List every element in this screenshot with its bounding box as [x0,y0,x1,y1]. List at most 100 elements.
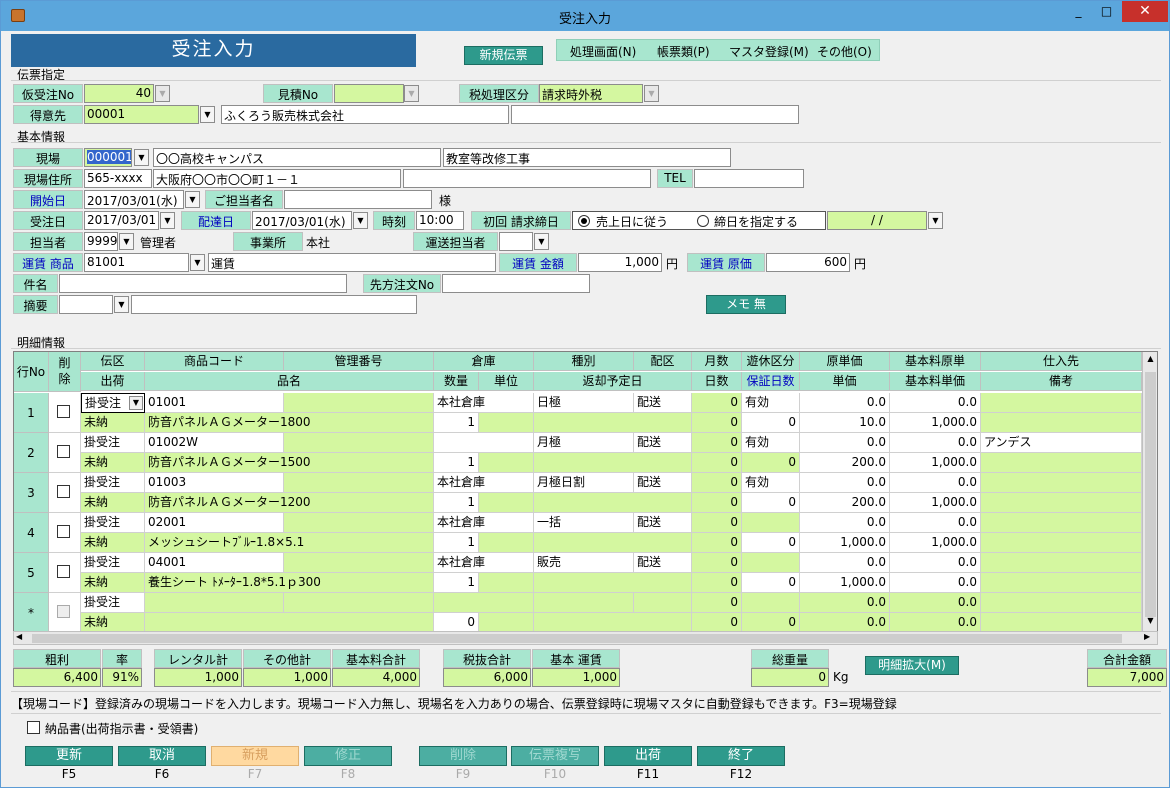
chevron-down-icon[interactable]: ▼ [353,212,368,229]
cell-supplier[interactable]: アンデス [981,433,1142,453]
cell-supplier[interactable] [981,393,1142,413]
menu-process[interactable]: 処理画面(N) [570,43,636,60]
summary-field[interactable] [131,295,417,314]
cell-haiku[interactable]: 配送 [634,553,692,573]
cell-basecost[interactable]: 0.0 [890,473,981,493]
expand-detail-button[interactable]: 明細拡大(M) [865,656,959,675]
billing-option-1[interactable]: 売上日に従う [596,213,668,229]
scroll-thumb[interactable] [32,634,1122,643]
cell-months[interactable]: 0 [692,433,742,453]
cell-kubun[interactable]: 掛受注 ▼ [81,393,145,413]
exit-button[interactable]: 終了 [697,746,785,766]
menu-other[interactable]: その他(O) [817,43,872,60]
cell-idle[interactable]: 有効 [742,393,800,413]
customer-code-input[interactable]: 00001 [84,105,199,124]
delete-checkbox[interactable] [57,525,70,538]
estimate-no-input[interactable] [334,84,404,103]
cell-name[interactable] [145,613,434,632]
cell-months[interactable]: 0 [692,393,742,413]
cell-note[interactable] [981,613,1142,632]
delete-checkbox[interactable] [57,405,70,418]
chevron-down-icon[interactable]: ▼ [644,85,659,102]
cell-ret[interactable] [534,573,692,593]
scroll-up-icon[interactable]: ▲ [1144,354,1157,368]
cell-note[interactable] [981,413,1142,433]
start-date-input[interactable]: 2017/03/01(水) [84,190,184,209]
cell-kind[interactable]: 月極 [534,433,634,453]
cell-days[interactable]: 0 [692,493,742,513]
fare-item-code-input[interactable]: 81001 [84,253,189,272]
modify-button[interactable]: 修正 [304,746,392,766]
close-button[interactable]: ✕ [1122,1,1168,22]
delete-checkbox[interactable] [57,605,70,618]
cell-note[interactable] [981,453,1142,473]
cell-supplier[interactable] [981,593,1142,613]
chevron-down-icon[interactable]: ▼ [134,149,149,166]
cell-haiku[interactable]: 配送 [634,513,692,533]
cell-mgmt[interactable] [284,593,434,613]
cell-kubun[interactable]: 掛受注 [81,433,145,453]
billing-option-2[interactable]: 締日を指定する [714,213,798,229]
cell-qty[interactable]: 1 [434,573,479,593]
cell-baseprice[interactable]: 1,000.0 [890,453,981,473]
cell-kubun[interactable]: 掛受注 [81,553,145,573]
cell-unit[interactable] [479,413,534,433]
cell-idle[interactable]: 有効 [742,433,800,453]
cell-basecost[interactable]: 0.0 [890,593,981,613]
cell-qty[interactable]: 0 [434,613,479,632]
delete-checkbox[interactable] [57,485,70,498]
cell-mgmt[interactable] [284,393,434,413]
copy-slip-button[interactable]: 伝票複写 [511,746,599,766]
delivery-note-checkbox[interactable] [27,721,40,734]
cell-guar[interactable]: 0 [742,493,800,513]
cell-basecost[interactable]: 0.0 [890,433,981,453]
cell-supplier[interactable] [981,553,1142,573]
customer-name-field[interactable]: ふくろう販売株式会社 [221,105,509,124]
cell-ret[interactable] [534,453,692,473]
cell-qty[interactable]: 1 [434,413,479,433]
cancel-button[interactable]: 取消 [118,746,206,766]
transport-staff-input[interactable] [499,232,533,251]
cell-guar[interactable]: 0 [742,613,800,632]
cell-mgmt[interactable] [284,473,434,493]
chevron-down-icon[interactable]: ▼ [928,212,943,229]
cell-price[interactable]: 200.0 [800,493,890,513]
memo-button[interactable]: メモ 無 [706,295,786,314]
menu-master[interactable]: マスタ登録(M) [729,43,809,60]
horizontal-scrollbar[interactable]: ◀ ▶ [13,631,1158,645]
site-work-field[interactable]: 教室等改修工事 [443,148,731,167]
cell-warehouse[interactable] [434,433,534,453]
delete-button[interactable]: 削除 [419,746,507,766]
delete-checkbox[interactable] [57,445,70,458]
radio-unselected-icon[interactable] [697,215,709,227]
tel-field[interactable] [694,169,804,188]
cell-unit[interactable] [479,453,534,473]
cell-warehouse[interactable]: 本社倉庫 [434,473,534,493]
chevron-down-icon[interactable]: ▼ [155,85,170,102]
cell-haiku[interactable]: 配送 [634,433,692,453]
scroll-down-icon[interactable]: ▼ [1144,616,1157,630]
cell-months[interactable]: 0 [692,513,742,533]
cell-unit[interactable] [479,613,534,632]
cell-days[interactable]: 0 [692,533,742,553]
new-button[interactable]: 新規 [211,746,299,766]
cell-guar[interactable]: 0 [742,413,800,433]
new-slip-button[interactable]: 新規伝票 [464,46,543,65]
cell-warehouse[interactable] [434,593,534,613]
dest-order-field[interactable] [442,274,590,293]
site-code-input[interactable]: 000001 [84,148,132,167]
staff-code-input[interactable]: 9999 [84,232,118,251]
cell-ship[interactable]: 未納 [81,613,145,632]
cell-cost[interactable]: 0.0 [800,393,890,413]
cell-guar[interactable]: 0 [742,573,800,593]
cell-months[interactable]: 0 [692,473,742,493]
cell-price[interactable]: 1,000.0 [800,573,890,593]
cell-idle[interactable] [742,593,800,613]
cell-haiku[interactable]: 配送 [634,393,692,413]
tax-select[interactable]: 請求時外税 [539,84,643,103]
cell-kubun[interactable]: 掛受注 [81,513,145,533]
cell-name[interactable]: 養生シート ﾄﾒｰﾀｰ1.8*5.1ｐ300 [145,573,434,593]
cell-note[interactable] [981,533,1142,553]
cell-basecost[interactable]: 0.0 [890,513,981,533]
cell-basecost[interactable]: 0.0 [890,553,981,573]
